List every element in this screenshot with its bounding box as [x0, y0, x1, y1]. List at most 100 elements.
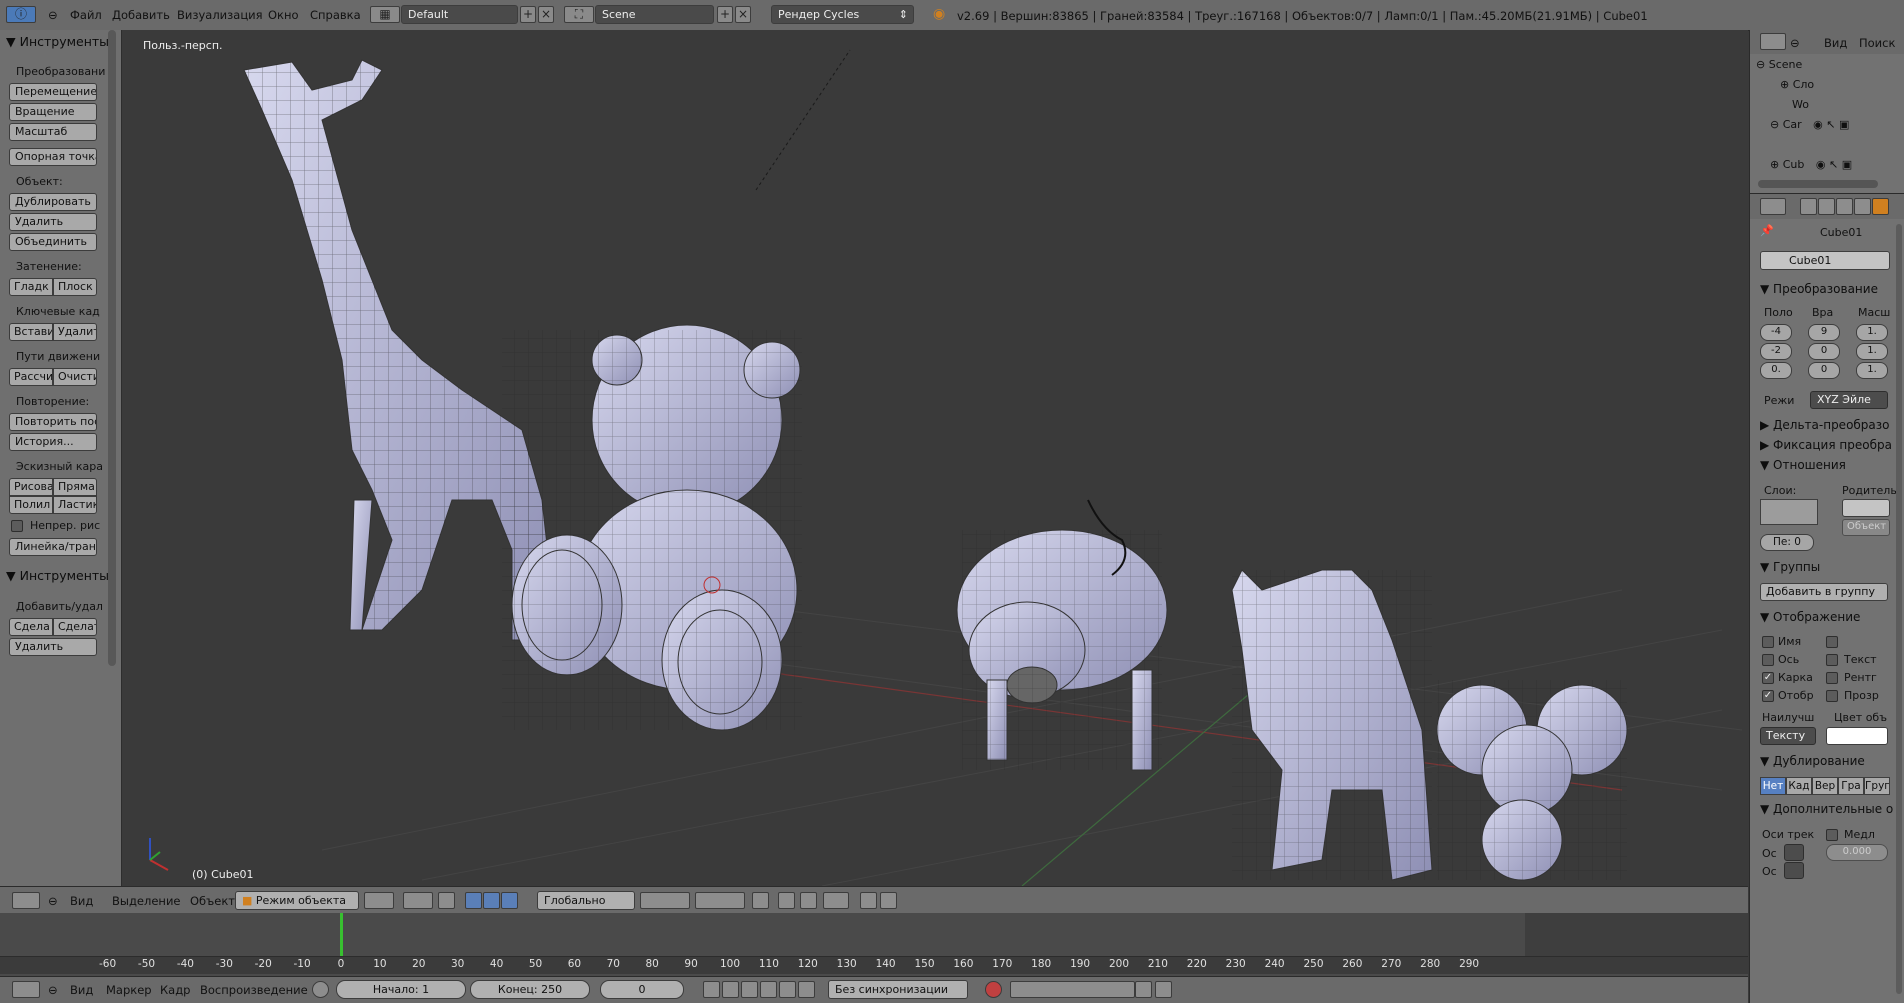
- tools2-panel-header[interactable]: ▼ Инструменты: [6, 568, 109, 583]
- layers-grid[interactable]: [1760, 499, 1818, 525]
- menu-window[interactable]: Окно: [268, 8, 299, 22]
- render-engine-dropdown[interactable]: Рендер Cycles ⇕: [771, 5, 914, 24]
- draw-button[interactable]: Рисова: [9, 478, 53, 496]
- scene-dropdown[interactable]: Scene: [595, 5, 714, 24]
- eraser-button[interactable]: Ластик: [53, 496, 97, 514]
- render-camera-icon[interactable]: ▣: [1839, 118, 1849, 131]
- jump-end-icon[interactable]: [798, 981, 815, 998]
- scene-tab-icon[interactable]: [1818, 198, 1835, 215]
- 3d-viewport[interactable]: Польз.-персп. (0) Cube01: [122, 30, 1748, 886]
- start-frame-field[interactable]: Начало: 1: [336, 980, 466, 999]
- sync-dropdown[interactable]: Без синхронизации: [828, 980, 968, 999]
- preview-range-icon[interactable]: [312, 981, 329, 998]
- select-arrow-icon[interactable]: ↖: [1826, 118, 1835, 131]
- object-color-swatch[interactable]: [1826, 727, 1888, 745]
- scale-y-field[interactable]: 1.: [1856, 343, 1888, 360]
- track-axis-dropdown[interactable]: [1784, 844, 1804, 861]
- translate-manipulator-icon[interactable]: [465, 892, 482, 909]
- scale-x-field[interactable]: 1.: [1856, 324, 1888, 341]
- proportional-edit-icon[interactable]: [778, 892, 795, 909]
- timeline-menu-frame[interactable]: Кадр: [160, 983, 190, 997]
- axis-checkbox[interactable]: [1762, 654, 1774, 666]
- outliner-menu-view[interactable]: Вид: [1824, 36, 1847, 50]
- object-tab-icon[interactable]: [1854, 198, 1871, 215]
- current-frame-field[interactable]: 0: [600, 980, 684, 999]
- add-to-group-button[interactable]: Добавить в группу: [1760, 583, 1888, 601]
- timeline-ruler[interactable]: -60 -50 -40 -30 -20 -10 0 10 20 30 40 50 60 70 80 90 100…: [0, 956, 1748, 974]
- extra-panel-header[interactable]: ▼ Дополнительные о: [1760, 802, 1893, 816]
- manipulator-toggle-icon[interactable]: [438, 892, 455, 909]
- outliner-menu-search[interactable]: Поиск: [1859, 36, 1895, 50]
- screen-layout-icon[interactable]: ▦: [370, 6, 400, 23]
- outliner-row-camera[interactable]: ⊖ Car ◉ ↖ ▣: [1770, 118, 1849, 131]
- remove-layout-icon[interactable]: ×: [538, 6, 554, 23]
- scale-button[interactable]: Масштаб: [9, 123, 97, 141]
- smooth-button[interactable]: Гладк: [9, 278, 53, 296]
- properties-scrollbar[interactable]: [1896, 224, 1902, 994]
- menu-add[interactable]: Добавить: [112, 8, 170, 22]
- timeline-menu-view[interactable]: Вид: [70, 983, 93, 997]
- timeline-menu-playback[interactable]: Воспроизведение: [200, 983, 308, 997]
- poly-button[interactable]: Полил: [9, 496, 53, 514]
- visibility-eye-icon-2[interactable]: ◉: [1816, 158, 1826, 171]
- ruler-button[interactable]: Линейка/транс: [9, 538, 97, 556]
- current-frame-line[interactable]: [340, 913, 343, 959]
- pin-icon[interactable]: 📌: [1760, 224, 1774, 237]
- lock-panel-header[interactable]: ▶ Фиксация преобра: [1760, 438, 1892, 452]
- collapse-icon[interactable]: ⊖: [48, 894, 58, 908]
- object-active-tab-icon[interactable]: [1872, 198, 1889, 215]
- dupli-tab-frames[interactable]: Кад: [1786, 777, 1812, 795]
- mouse-mesh[interactable]: [1436, 680, 1628, 881]
- delta-panel-header[interactable]: ▶ Дельта-преобразо: [1760, 418, 1890, 432]
- location-y-field[interactable]: -2: [1760, 343, 1792, 360]
- record-icon[interactable]: [985, 981, 1002, 998]
- flat-button[interactable]: Плоск: [53, 278, 97, 296]
- location-x-field[interactable]: -4: [1760, 324, 1792, 341]
- timeline-editor-icon[interactable]: [12, 981, 40, 998]
- outliner-scrollbar[interactable]: [1758, 180, 1878, 188]
- rotation-z-field[interactable]: 0: [1808, 362, 1840, 379]
- repeat-last-button[interactable]: Повторить пос: [9, 413, 97, 431]
- render-tab-icon[interactable]: [1800, 198, 1817, 215]
- menu-object[interactable]: Объект: [190, 894, 235, 908]
- remove-keyframe-button[interactable]: Удалит: [53, 323, 97, 341]
- snap-toggle-icon[interactable]: [800, 892, 817, 909]
- dupli-tab-verts[interactable]: Вер: [1812, 777, 1838, 795]
- dog-mesh[interactable]: [1231, 569, 1433, 881]
- prev-keyframe-icon[interactable]: [722, 981, 739, 998]
- delete-button[interactable]: Удалить: [9, 213, 97, 231]
- menu-render[interactable]: Визуализация: [177, 8, 263, 22]
- groups-panel-header[interactable]: ▼ Группы: [1760, 560, 1820, 574]
- texture-space-checkbox[interactable]: [1826, 654, 1838, 666]
- play-reverse-icon[interactable]: [741, 981, 758, 998]
- outliner-row-scene[interactable]: ⊖ Scene: [1756, 58, 1802, 71]
- wire-checkbox[interactable]: ✓: [1762, 672, 1774, 684]
- transparency-checkbox[interactable]: [1826, 690, 1838, 702]
- timeline-menu-marker[interactable]: Маркер: [106, 983, 152, 997]
- pass-index-field[interactable]: Пе: 0: [1760, 534, 1814, 551]
- pivot-icon[interactable]: [403, 892, 433, 909]
- next-keyframe-icon[interactable]: [779, 981, 796, 998]
- add-scene-icon[interactable]: +: [717, 6, 733, 23]
- pig-mesh[interactable]: [956, 499, 1168, 771]
- dupli-tab-faces[interactable]: Гра: [1838, 777, 1864, 795]
- bounds-checkbox[interactable]: [1826, 636, 1838, 648]
- menu-help[interactable]: Справка: [310, 8, 361, 22]
- rotation-y-field[interactable]: 0: [1808, 343, 1840, 360]
- make-button-1[interactable]: Сдела: [9, 618, 53, 636]
- continuous-draw-checkbox[interactable]: [11, 520, 23, 532]
- display-panel-header[interactable]: ▼ Отображение: [1760, 610, 1860, 624]
- max-draw-type-dropdown[interactable]: Тексту: [1760, 727, 1816, 745]
- render-anim-icon[interactable]: [880, 892, 897, 909]
- history-button[interactable]: История...: [9, 433, 97, 451]
- outliner-row-layers[interactable]: ⊕ Сло: [1780, 78, 1814, 91]
- relations-panel-header[interactable]: ▼ Отношения: [1760, 458, 1846, 472]
- slow-parent-offset-field[interactable]: 0.000: [1826, 844, 1888, 861]
- scale-manipulator-icon[interactable]: [501, 892, 518, 909]
- name-checkbox[interactable]: [1762, 636, 1774, 648]
- menu-file[interactable]: Файл: [70, 8, 102, 22]
- join-button[interactable]: Объединить: [9, 233, 97, 251]
- insert-key-icon[interactable]: [1135, 981, 1152, 998]
- transform-panel-header[interactable]: ▼ Преобразование: [1760, 282, 1878, 296]
- parent-type-dropdown[interactable]: Объект: [1842, 519, 1890, 536]
